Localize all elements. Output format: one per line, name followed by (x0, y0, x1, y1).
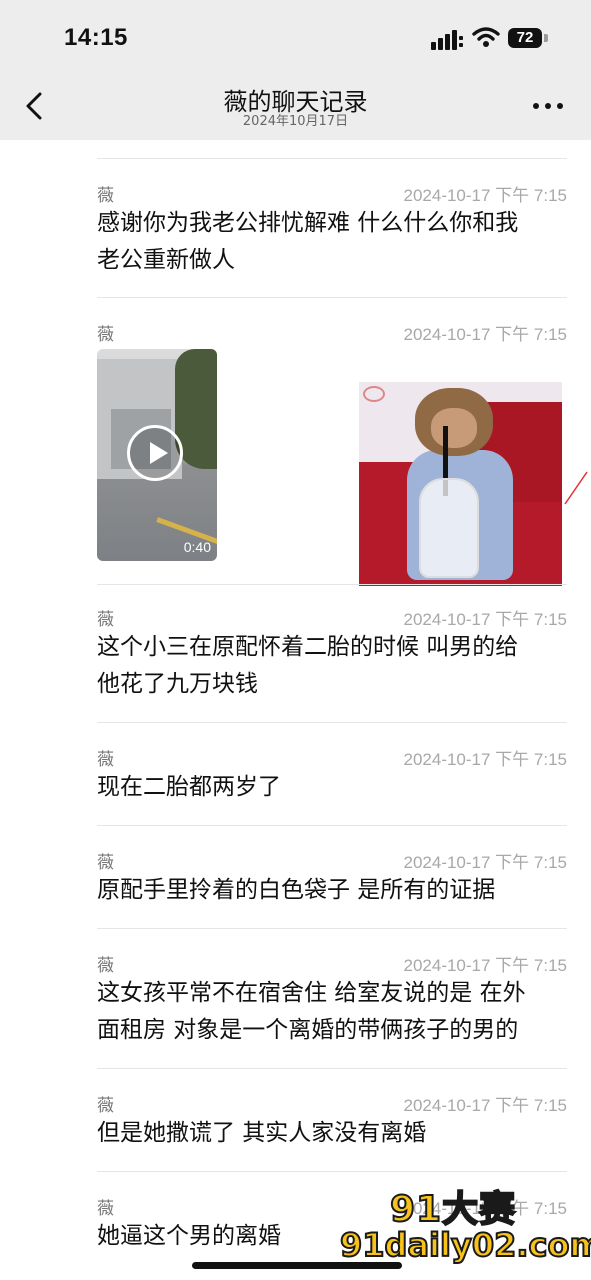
red-annotation-stroke (564, 471, 588, 505)
message-item[interactable]: 薇 2024-10-17 下午 7:15 这女孩平常不在宿舍住 给室友说的是 在… (97, 951, 567, 1069)
message-sender: 薇 (97, 325, 114, 345)
message-item[interactable]: 薇 2024-10-17 下午 7:15 感谢你为我老公排忧解难 什么什么你和我… (97, 181, 567, 299)
message-sender: 薇 (97, 1199, 114, 1219)
message-time: 2024-10-17 下午 7:15 (403, 610, 568, 629)
message-line: 感谢你为我老公排忧解难 什么什么你和我 (97, 210, 519, 236)
watermark-logo: 91大赛 (389, 1188, 517, 1231)
message-item[interactable]: 薇 2024-10-17 下午 7:15 原配手里拎着的白色袋子 是所有的证据 (97, 848, 567, 929)
message-sender: 薇 (97, 853, 114, 873)
message-line: 现在二胎都两岁了 (97, 774, 281, 800)
message-line: 面租房 对象是一个离婚的带俩孩子的男的 (97, 1017, 519, 1043)
home-indicator[interactable] (192, 1262, 402, 1269)
play-icon[interactable] (127, 425, 183, 481)
message-line: 老公重新做人 (97, 247, 235, 273)
divider (97, 1171, 567, 1172)
divider (97, 722, 567, 723)
divider (97, 158, 567, 159)
nav-bar: 薇的聊天记录 2024年10月17日 (0, 78, 591, 140)
cellular-signal-icon (431, 30, 463, 50)
message-sender: 薇 (97, 186, 114, 206)
message-line: 这个小三在原配怀着二胎的时候 叫男的给 (97, 634, 519, 660)
message-sender: 薇 (97, 750, 114, 770)
wifi-icon (472, 27, 500, 47)
video-duration: 0:40 (183, 539, 211, 555)
page-subtitle: 2024年10月17日 (242, 114, 349, 129)
message-text: 现在二胎都两岁了 (97, 769, 567, 806)
sticker-cup (419, 478, 479, 578)
battery-tip (544, 34, 548, 42)
message-text: 感谢你为我老公排忧解难 什么什么你和我 老公重新做人 (97, 205, 567, 279)
message-text: 原配手里拎着的白色袋子 是所有的证据 (97, 872, 567, 909)
message-sender: 薇 (97, 610, 114, 630)
message-line: 他花了九万块钱 (97, 671, 258, 697)
battery-icon: 72 (508, 28, 542, 48)
divider (97, 928, 567, 929)
message-time: 2024-10-17 下午 7:15 (403, 186, 568, 205)
message-item[interactable]: 薇 2024-10-17 下午 7:15 这个小三在原配怀着二胎的时候 叫男的给… (97, 605, 567, 723)
message-time: 2024-10-17 下午 7:15 (403, 1096, 568, 1115)
status-bar: 14:15 72 (0, 0, 591, 78)
message-time: 2024-10-17 下午 7:15 (403, 325, 568, 344)
message-line: 原配手里拎着的白色袋子 是所有的证据 (97, 877, 496, 903)
message-line: 这女孩平常不在宿舍住 给室友说的是 在外 (97, 980, 526, 1006)
divider (97, 825, 567, 826)
more-dots-icon[interactable] (530, 92, 566, 120)
divider (97, 1068, 567, 1069)
monkey-sticker-image[interactable] (359, 382, 562, 586)
watermark-url: 91daily02.com (339, 1225, 591, 1265)
message-text: 这女孩平常不在宿舍住 给室友说的是 在外 面租房 对象是一个离婚的带俩孩子的男的 (97, 975, 567, 1049)
message-item[interactable]: 薇 2024-10-17 下午 7:15 但是她撒谎了 其实人家没有离婚 (97, 1091, 567, 1172)
message-text: 但是她撒谎了 其实人家没有离婚 (97, 1115, 567, 1152)
status-time: 14:15 (64, 24, 128, 51)
message-time: 2024-10-17 下午 7:15 (403, 853, 568, 872)
message-time: 2024-10-17 下午 7:15 (403, 956, 568, 975)
message-line: 但是她撒谎了 其实人家没有离婚 (97, 1120, 427, 1146)
sticker-monkey (431, 408, 477, 448)
message-item: 薇 2024-10-17 下午 7:15 (97, 320, 568, 345)
message-item[interactable]: 薇 2024-10-17 下午 7:15 现在二胎都两岁了 (97, 745, 567, 826)
divider (97, 297, 567, 298)
message-sender: 薇 (97, 956, 114, 976)
sticker-logo-icon (363, 386, 385, 402)
divider (97, 584, 567, 585)
message-text: 这个小三在原配怀着二胎的时候 叫男的给 他花了九万块钱 (97, 629, 567, 703)
divider-wrap (97, 584, 567, 585)
message-time: 2024-10-17 下午 7:15 (403, 750, 568, 769)
video-thumbnail[interactable]: 0:40 (97, 349, 217, 561)
message-sender: 薇 (97, 1096, 114, 1116)
